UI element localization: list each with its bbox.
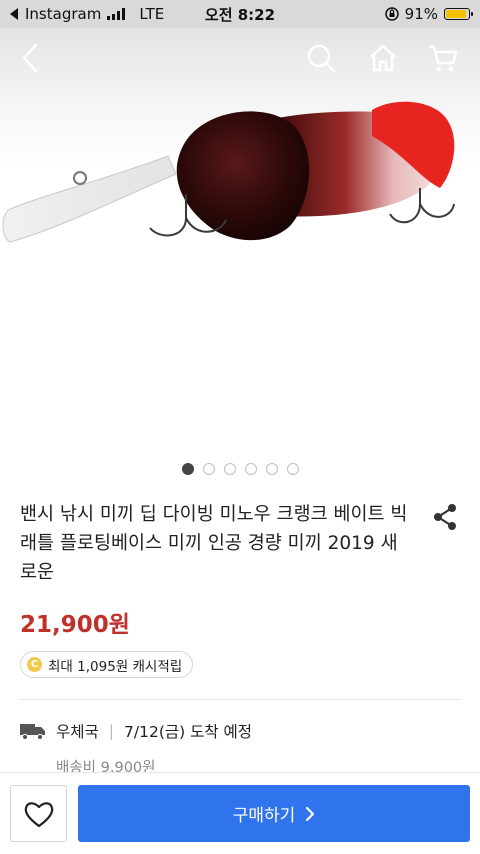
share-icon — [434, 504, 456, 530]
truck-icon — [20, 724, 45, 740]
cashback-label: 최대 1,095원 캐시적립 — [48, 658, 183, 675]
status-left: Instagram LTE — [10, 5, 190, 23]
battery-icon — [444, 8, 473, 20]
home-button[interactable] — [361, 36, 405, 80]
share-button[interactable] — [430, 502, 460, 532]
back-arrow-small-icon[interactable] — [10, 8, 19, 20]
chevron-left-icon — [22, 43, 38, 73]
battery-level — [446, 10, 467, 18]
pagination-dot[interactable] — [181, 463, 194, 475]
chevron-right-icon — [306, 806, 315, 821]
home-icon — [370, 44, 396, 72]
shipping-info: 우체국 | 7/12(금) 도착 예정 — [20, 720, 252, 742]
bottom-action-bar: 구매하기 — [0, 772, 480, 854]
wishlist-button[interactable] — [10, 785, 67, 842]
status-bar: Instagram LTE 오전 8:22 91% — [0, 0, 480, 28]
pagination-dot[interactable] — [202, 463, 215, 475]
back-app-label[interactable]: Instagram — [25, 5, 101, 23]
pagination-dot[interactable] — [265, 463, 278, 475]
rotation-lock-icon — [384, 7, 399, 21]
network-label: LTE — [139, 5, 165, 23]
pagination-dot[interactable] — [244, 463, 257, 475]
product-price: 21,900원 — [20, 612, 130, 638]
buy-label: 구매하기 — [232, 806, 296, 826]
cart-button[interactable] — [421, 36, 465, 80]
arrival-date: 7/12(금) 도착 예정 — [124, 723, 253, 741]
product-image-gallery[interactable] — [0, 28, 480, 454]
cashback-badge[interactable]: C 최대 1,095원 캐시적립 — [20, 651, 194, 678]
signal-icon — [107, 8, 126, 20]
back-button[interactable] — [8, 36, 52, 80]
divider — [20, 699, 460, 700]
search-button[interactable] — [299, 36, 343, 80]
search-icon — [307, 44, 336, 73]
product-image — [2, 101, 455, 243]
image-pagination — [0, 463, 480, 475]
status-right: 91% — [384, 5, 473, 23]
shipping-carrier: 우체국 — [56, 723, 99, 741]
separator: | — [108, 722, 115, 740]
buy-button[interactable]: 구매하기 — [78, 785, 470, 842]
battery-percent: 91% — [404, 5, 438, 23]
cart-icon — [429, 45, 458, 72]
product-title: 밴시 낚시 미끼 딥 다이빙 미노우 크랭크 베이트 빅 래틀 플로팅베이스 미… — [20, 504, 408, 583]
heart-icon — [24, 801, 53, 827]
coin-icon: C — [27, 657, 42, 672]
pagination-dot[interactable] — [286, 463, 299, 475]
pagination-dot[interactable] — [223, 463, 236, 475]
